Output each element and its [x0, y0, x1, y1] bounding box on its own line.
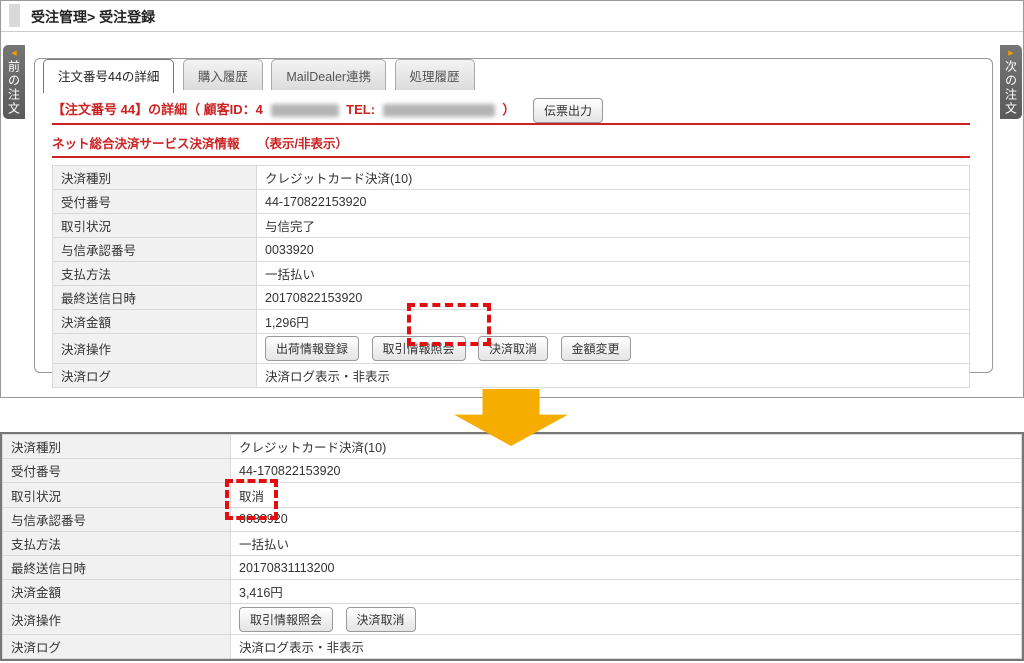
row-label: 受付番号	[52, 189, 257, 214]
payment-section-title: ネット総合決済サービス決済情報 （表示/非表示）	[52, 133, 348, 152]
prev-order-button[interactable]: ◀ 前の注文	[3, 45, 25, 119]
table-row: 受付番号 44-170822153920	[2, 458, 1022, 484]
next-arrow-icon: ▶	[1008, 50, 1014, 57]
row-label: 決済操作	[2, 603, 231, 635]
table-row: 最終送信日時 20170822153920	[52, 285, 970, 310]
table-row: 最終送信日時 20170831113200	[2, 555, 1022, 581]
order-detail-window-before: 受注管理> 受注登録 ◀ 前の注文 ▶ 次の注文 注文番号44の詳細 購入履歴 …	[0, 0, 1024, 398]
table-row-operations: 決済操作 取引情報照会 決済取消	[2, 603, 1022, 635]
row-operations: 出荷情報登録 取引情報照会 決済取消 金額変更	[256, 333, 970, 364]
close-paren: ）	[502, 101, 516, 117]
payment-log-toggle[interactable]: 決済ログ表示・非表示	[265, 370, 390, 384]
row-label: 決済操作	[52, 333, 257, 364]
order-number-header: 【注文番号 44】の詳細（ 顧客ID：4 TEL: ） 伝票出力	[52, 98, 603, 123]
row-label: 取引状況	[2, 482, 231, 508]
row-label: 決済種別	[2, 433, 231, 460]
payment-log-toggle[interactable]: 決済ログ表示・非表示	[239, 641, 364, 655]
tab-bar: 注文番号44の詳細 購入履歴 MailDealer連携 処理履歴	[43, 59, 479, 93]
row-value: 与信完了	[256, 213, 970, 238]
redacted-tel	[382, 104, 495, 117]
table-row: 決済種別 クレジットカード決済(10)	[52, 165, 970, 190]
table-row: 決済ログ 決済ログ表示・非表示	[52, 363, 970, 388]
table-row: 支払方法 一括払い	[2, 530, 1022, 557]
row-value-cancelled: 取消	[230, 482, 1022, 508]
title-marker	[9, 4, 20, 27]
page-title: 受注管理> 受注登録	[31, 9, 156, 25]
table-row: 決済金額 3,416円	[2, 579, 1022, 605]
order-header-text: 【注文番号 44】の詳細（ 顧客ID：4	[52, 101, 263, 117]
payment-table-after: 決済種別 クレジットカード決済(10) 受付番号 44-170822153920…	[2, 433, 1022, 660]
row-operations: 取引情報照会 決済取消	[230, 603, 1022, 635]
row-label: 与信承認番号	[52, 237, 257, 262]
amount-change-button[interactable]: 金額変更	[560, 336, 631, 361]
row-value: 20170831113200	[230, 555, 1022, 581]
redacted-customer-id	[270, 104, 339, 117]
row-label: 決済ログ	[52, 363, 257, 388]
row-label: 支払方法	[2, 530, 231, 557]
highlight-box-cancel-button	[407, 303, 491, 346]
show-hide-toggle[interactable]: （表示/非表示）	[257, 137, 348, 151]
table-row: 決済金額 1,296円	[52, 309, 970, 334]
row-label: 受付番号	[2, 458, 231, 484]
tel-label: TEL:	[346, 101, 376, 117]
order-detail-panel: 注文番号44の詳細 購入履歴 MailDealer連携 処理履歴 【注文番号 4…	[34, 58, 993, 388]
tab-purchase-history[interactable]: 購入履歴	[182, 59, 263, 90]
table-row: 決済ログ 決済ログ表示・非表示	[2, 633, 1022, 660]
table-row: 取引状況 与信完了	[52, 213, 970, 238]
table-row: 受付番号 44-170822153920	[52, 189, 970, 214]
shipping-info-register-button[interactable]: 出荷情報登録	[265, 336, 360, 361]
highlight-box-cancelled-status	[225, 479, 278, 520]
row-label: 最終送信日時	[52, 285, 257, 310]
row-value: クレジットカード決済(10)	[256, 165, 970, 190]
divider-red-top	[52, 123, 970, 125]
slip-output-button[interactable]: 伝票出力	[532, 98, 603, 123]
tab-maildealer[interactable]: MailDealer連携	[271, 59, 387, 90]
table-row-operations: 決済操作 出荷情報登録 取引情報照会 決済取消 金額変更	[52, 333, 970, 364]
row-label: 与信承認番号	[2, 506, 231, 532]
tab-order-detail[interactable]: 注文番号44の詳細	[43, 59, 175, 93]
row-label: 支払方法	[52, 261, 257, 286]
row-label: 決済金額	[52, 309, 257, 334]
row-label: 最終送信日時	[2, 555, 231, 581]
table-row: 取引状況 取消	[2, 482, 1022, 508]
tab-process-history[interactable]: 処理履歴	[394, 59, 475, 90]
next-order-button[interactable]: ▶ 次の注文	[1000, 45, 1022, 119]
row-label: 決済ログ	[2, 633, 231, 660]
row-value: 1,296円	[256, 309, 970, 334]
prev-order-label: 前の注文	[6, 60, 21, 116]
row-value: 決済ログ表示・非表示	[230, 633, 1022, 660]
row-label: 決済種別	[52, 165, 257, 190]
payment-table-before: 決済種別 クレジットカード決済(10) 受付番号 44-170822153920…	[52, 165, 970, 388]
row-label: 取引状況	[52, 213, 257, 238]
next-order-label: 次の注文	[1003, 60, 1018, 116]
divider-red-bottom	[52, 156, 970, 158]
row-value: 20170822153920	[256, 285, 970, 310]
prev-arrow-icon: ◀	[11, 50, 17, 57]
payment-cancel-button[interactable]: 決済取消	[345, 606, 416, 632]
screenshot-stage: 受注管理> 受注登録 ◀ 前の注文 ▶ 次の注文 注文番号44の詳細 購入履歴 …	[0, 0, 1024, 663]
row-value: クレジットカード決済(10)	[230, 433, 1022, 460]
row-value: 0033920	[256, 237, 970, 262]
breadcrumb-bar: 受注管理> 受注登録	[1, 1, 1023, 32]
row-value: 44-170822153920	[256, 189, 970, 214]
payment-table-window-after: 決済種別 クレジットカード決済(10) 受付番号 44-170822153920…	[0, 432, 1024, 661]
row-value: 0033920	[230, 506, 1022, 532]
payment-section-title-text: ネット総合決済サービス決済情報	[52, 137, 240, 151]
row-value: 3,416円	[230, 579, 1022, 605]
table-row: 与信承認番号 0033920	[2, 506, 1022, 532]
table-row: 与信承認番号 0033920	[52, 237, 970, 262]
table-row: 支払方法 一括払い	[52, 261, 970, 286]
transaction-info-inquiry-button[interactable]: 取引情報照会	[239, 606, 334, 632]
row-value: 44-170822153920	[230, 458, 1022, 484]
row-value: 一括払い	[230, 530, 1022, 557]
row-value: 一括払い	[256, 261, 970, 286]
row-label: 決済金額	[2, 579, 231, 605]
row-value: 決済ログ表示・非表示	[256, 363, 970, 388]
